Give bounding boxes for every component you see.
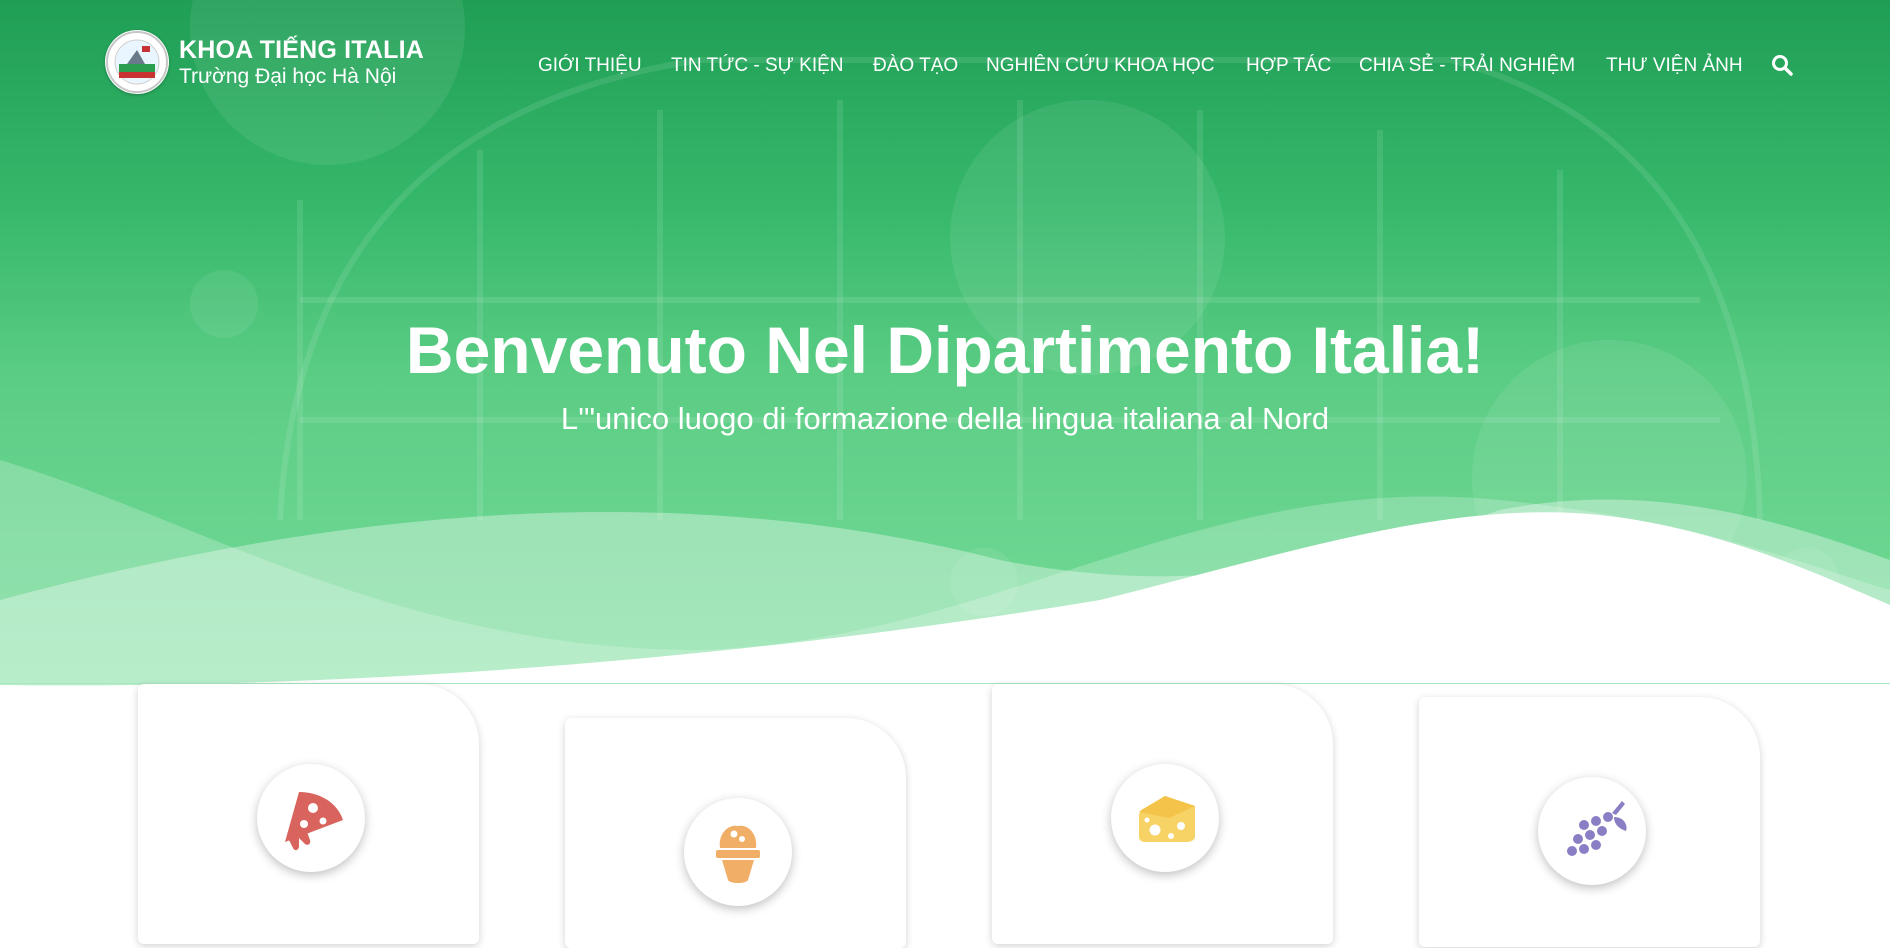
nav-item-gioi-thieu[interactable]: GIỚI THIỆU bbox=[538, 54, 642, 78]
card-icon-circle bbox=[1538, 777, 1646, 885]
card-icon-circle bbox=[684, 798, 792, 906]
top-navbar: KHOA TIẾNG ITALIA Trường Đại học Hà Nội … bbox=[0, 0, 1890, 130]
cheese-icon bbox=[1139, 796, 1195, 842]
nav-item-tin-tuc-su-kien[interactable]: TIN TỨC - SỰ KIỆN bbox=[671, 54, 844, 78]
nav-item-chia-se-trai-nghiem[interactable]: CHIA SẺ - TRẢI NGHIỆM bbox=[1359, 54, 1575, 78]
search-icon[interactable] bbox=[1771, 54, 1793, 76]
card-icon-circle bbox=[1111, 764, 1219, 872]
grapes-icon bbox=[1567, 801, 1627, 856]
nav-item-dao-tao[interactable]: ĐÀO TẠO bbox=[873, 54, 958, 78]
feature-card-pizza[interactable] bbox=[138, 684, 479, 944]
nav-item-thu-vien-anh[interactable]: THƯ VIỆN ẢNH bbox=[1606, 54, 1743, 78]
main-nav: GIỚI THIỆU TIN TỨC - SỰ KIỆN ĐÀO TẠO NGH… bbox=[0, 54, 1890, 78]
feature-card-grapes[interactable] bbox=[1419, 697, 1760, 947]
hero-title: Benvenuto Nel Dipartimento Italia! bbox=[405, 313, 1485, 387]
hero-section: KHOA TIẾNG ITALIA Trường Đại học Hà Nội … bbox=[0, 0, 1890, 690]
feature-card-cheese[interactable] bbox=[992, 684, 1333, 944]
hero-subtitle: L'"unico luogo di formazione della lingu… bbox=[560, 401, 1330, 436]
pizza-icon bbox=[285, 792, 343, 851]
nav-item-nghien-cuu-khoa-hoc[interactable]: NGHIÊN CỨU KHOA HỌC bbox=[986, 54, 1214, 78]
ice-cream-icon bbox=[716, 825, 760, 883]
card-icon-circle bbox=[257, 764, 365, 872]
feature-card-ice-cream[interactable] bbox=[565, 718, 906, 948]
nav-item-hop-tac[interactable]: HỢP TÁC bbox=[1246, 54, 1331, 78]
